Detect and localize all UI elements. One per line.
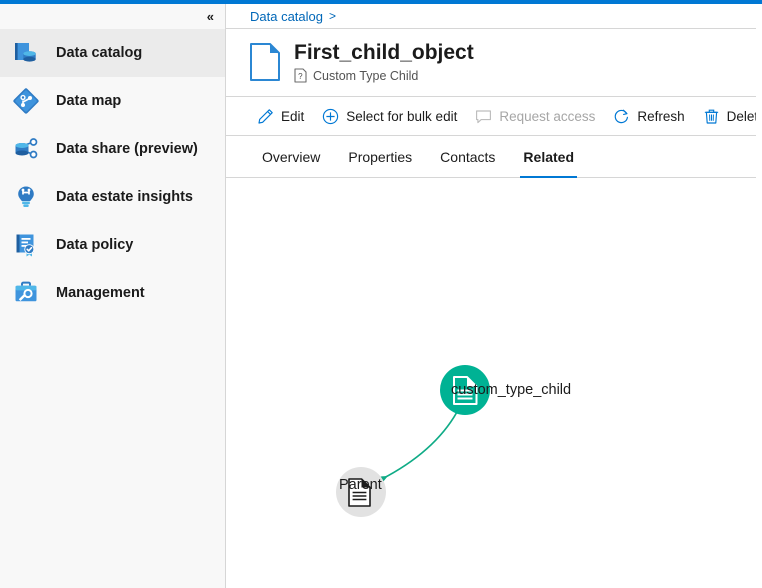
sidebar-item-management[interactable]: Management [0, 269, 225, 317]
data-share-icon [10, 133, 42, 165]
chevron-double-left-icon: « [207, 10, 213, 23]
main-content: Data catalog > First_child_object [226, 4, 762, 588]
svg-text:?: ? [298, 72, 303, 81]
lineage-graph-svg [226, 178, 757, 558]
unknown-asset-type-icon: ? [294, 68, 307, 83]
sidebar: « D [0, 4, 226, 588]
sidebar-item-label: Data policy [56, 237, 133, 253]
request-access-button[interactable]: Request access [466, 101, 604, 131]
asset-title-group: First_child_object ? Custom Type Child [294, 41, 474, 83]
tab-related[interactable]: Related [509, 136, 588, 177]
delete-button[interactable]: Delete [694, 101, 762, 131]
sidebar-item-data-estate-insights[interactable]: Data estate insights [0, 173, 225, 221]
data-policy-icon [10, 229, 42, 261]
sidebar-item-data-catalog[interactable]: Data catalog [0, 29, 225, 77]
refresh-button-label: Refresh [637, 109, 684, 124]
tab-label: Contacts [440, 149, 495, 165]
request-access-label: Request access [499, 109, 595, 124]
tab-contacts[interactable]: Contacts [426, 136, 509, 177]
refresh-button[interactable]: Refresh [604, 101, 693, 131]
breadcrumb: Data catalog > [226, 4, 757, 29]
select-for-bulk-edit-label: Select for bulk edit [346, 109, 457, 124]
tab-overview[interactable]: Overview [248, 136, 334, 177]
app-root: « D [0, 0, 762, 588]
asset-header: First_child_object ? Custom Type Child [226, 29, 757, 97]
sidebar-nav: Data catalog [0, 29, 225, 317]
body-row: « D [0, 4, 762, 588]
graph-node-label-custom-type-child: custom_type_child [451, 382, 571, 398]
document-icon [248, 42, 282, 82]
breadcrumb-separator-icon: > [329, 9, 336, 23]
tab-label: Overview [262, 149, 320, 165]
trash-icon [703, 108, 720, 125]
data-map-icon [10, 85, 42, 117]
comment-icon [475, 108, 492, 125]
sidebar-item-data-share[interactable]: Data share (preview) [0, 125, 225, 173]
sidebar-item-data-policy[interactable]: Data policy [0, 221, 225, 269]
refresh-icon [613, 108, 630, 125]
tab-label: Related [523, 149, 574, 165]
sidebar-item-label: Data estate insights [56, 189, 193, 205]
sidebar-item-data-map[interactable]: Data map [0, 77, 225, 125]
main-inner: Data catalog > First_child_object [226, 4, 757, 588]
sidebar-item-label: Management [56, 285, 145, 301]
data-estate-insights-icon [10, 181, 42, 213]
plus-circle-icon [322, 108, 339, 125]
graph-edge-child-to-parent [378, 412, 457, 481]
edit-button[interactable]: Edit [248, 101, 313, 131]
command-toolbar: Edit Select for bulk edit [226, 97, 757, 136]
related-graph-canvas[interactable]: custom_type_child Parent [226, 178, 757, 588]
sidebar-item-label: Data catalog [56, 45, 142, 61]
select-for-bulk-edit-button[interactable]: Select for bulk edit [313, 101, 466, 131]
tab-bar: Overview Properties Contacts Related [226, 136, 757, 178]
asset-type-group: ? Custom Type Child [294, 68, 474, 83]
edit-button-label: Edit [281, 109, 304, 124]
tab-label: Properties [348, 149, 412, 165]
page-title: First_child_object [294, 41, 474, 65]
data-catalog-icon [10, 37, 42, 69]
pencil-icon [257, 108, 274, 125]
graph-node-label-parent: Parent [339, 477, 382, 493]
breadcrumb-item-data-catalog[interactable]: Data catalog [250, 9, 323, 24]
sidebar-item-label: Data map [56, 93, 121, 109]
sidebar-collapse-button[interactable]: « [0, 4, 225, 29]
management-icon [10, 277, 42, 309]
right-gutter [756, 8, 762, 588]
sidebar-item-label: Data share (preview) [56, 141, 198, 157]
asset-type-label: Custom Type Child [313, 69, 418, 83]
tab-properties[interactable]: Properties [334, 136, 426, 177]
